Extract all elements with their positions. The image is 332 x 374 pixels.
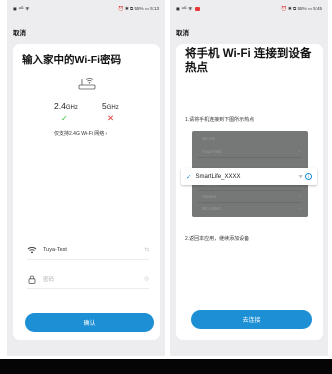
mock-row: WLAN5G ◔ [192,203,308,215]
password-field[interactable]: 密码 ◎ [27,272,149,286]
cross-icon: ✕ [107,113,115,123]
lock-icon [27,275,37,284]
page-title: 将手机 Wi-Fi 连接到设备热点 [185,48,312,74]
mock-row-signal: ◔ [297,206,300,211]
hotspot-name: SmartLife_XXXX [195,173,241,180]
hotspot-highlight: ✓ SmartLife_XXXX ᯤ i [181,168,317,185]
mock-row: Tuya-Test ◔ [192,146,308,158]
password-placeholder: 密码 [43,277,55,283]
status-bar: ◼ ⁴ᴳ ᯤ ⏰ ✱ ⧉ 55% ▭ 5:13 [13,4,159,14]
chevron-right-icon: › [105,131,108,137]
band-24-unit: GHz [65,105,78,111]
divider [27,259,149,260]
band-5-unit: GHz [106,105,119,111]
mock-row-label: Xiaomi [202,194,216,199]
status-signal: ◼ ⁴ᴳ ᯤ [176,6,200,12]
check-icon: ✓ [186,173,192,181]
cancel-button[interactable]: 取消 [13,27,26,37]
support-link[interactable]: 仅支持2.4G Wi-Fi 网络› [54,130,107,137]
step-2-text: 2.返回本应用，继续添加设备 [185,236,250,242]
status-time: ⏰ ✱ ⧉ 55% ▭ 5:13 [118,6,159,11]
router-icon [78,77,96,90]
wifi-icon: ᯤ [298,173,303,180]
check-icon: ✓ [61,114,68,123]
mock-row: WLAN [192,133,308,145]
notification-dot [194,7,200,11]
confirm-button[interactable]: 确认 [25,313,154,332]
connect-button[interactable]: 去连接 [191,310,312,329]
status-time: ⏰ ✱ ⧉ 55% ▭ 5:45 [281,6,322,11]
eye-icon[interactable]: ◎ [144,276,149,282]
status-signal: ◼ ⁴ᴳ ᯤ [13,6,30,11]
step-1-text: 1.请将手机连接到下图所示热点 [185,117,255,123]
status-bar: ◼ ⁴ᴳ ᯤ ⏰ ✱ ⧉ 55% ▭ 5:45 [176,4,322,14]
screenshot-root: ◼ ⁴ᴳ ᯤ ⏰ ✱ ⧉ 55% ▭ 5:13 取消 输入家中的Wi-Fi密码 … [0,0,332,374]
mock-row-label: WLAN5G [202,206,222,211]
support-text: 仅支持2.4G Wi-Fi 网络 [54,131,105,137]
divider [198,157,302,158]
mock-row-label: WLAN [202,136,216,141]
mock-row-signal: ◔ [297,149,300,154]
band-24ghz-label: 2.4GHz [54,101,78,111]
divider [27,288,149,289]
status-signal-text: ◼ ⁴ᴳ ᯤ [176,6,193,11]
band-24-value: 2.4 [54,101,66,111]
bottom-bar [0,359,332,374]
wifi-name-field[interactable]: Tuya-Test ⇆ [27,243,149,257]
mock-row-label: Tuya-Test [202,149,222,154]
page-title: 输入家中的Wi-Fi密码 [22,54,122,66]
mock-row-signal: ◔ [297,194,300,199]
hotspot-screen: ◼ ⁴ᴳ ᯤ ⏰ ✱ ⧉ 55% ▭ 5:45 取消 将手机 Wi-Fi 连接到… [170,0,328,356]
mock-row: Xiaomi ◔ [192,191,308,203]
wifi-name-value: Tuya-Test [43,247,67,253]
info-icon: i [305,173,312,180]
band-5ghz-label: 5GHz [102,101,119,111]
wifi-icon [27,246,37,255]
wifi-password-screen: ◼ ⁴ᴳ ᯤ ⏰ ✱ ⧉ 55% ▭ 5:13 取消 输入家中的Wi-Fi密码 … [7,0,165,356]
cancel-button[interactable]: 取消 [176,27,189,37]
switch-network-icon[interactable]: ⇆ [144,247,149,253]
